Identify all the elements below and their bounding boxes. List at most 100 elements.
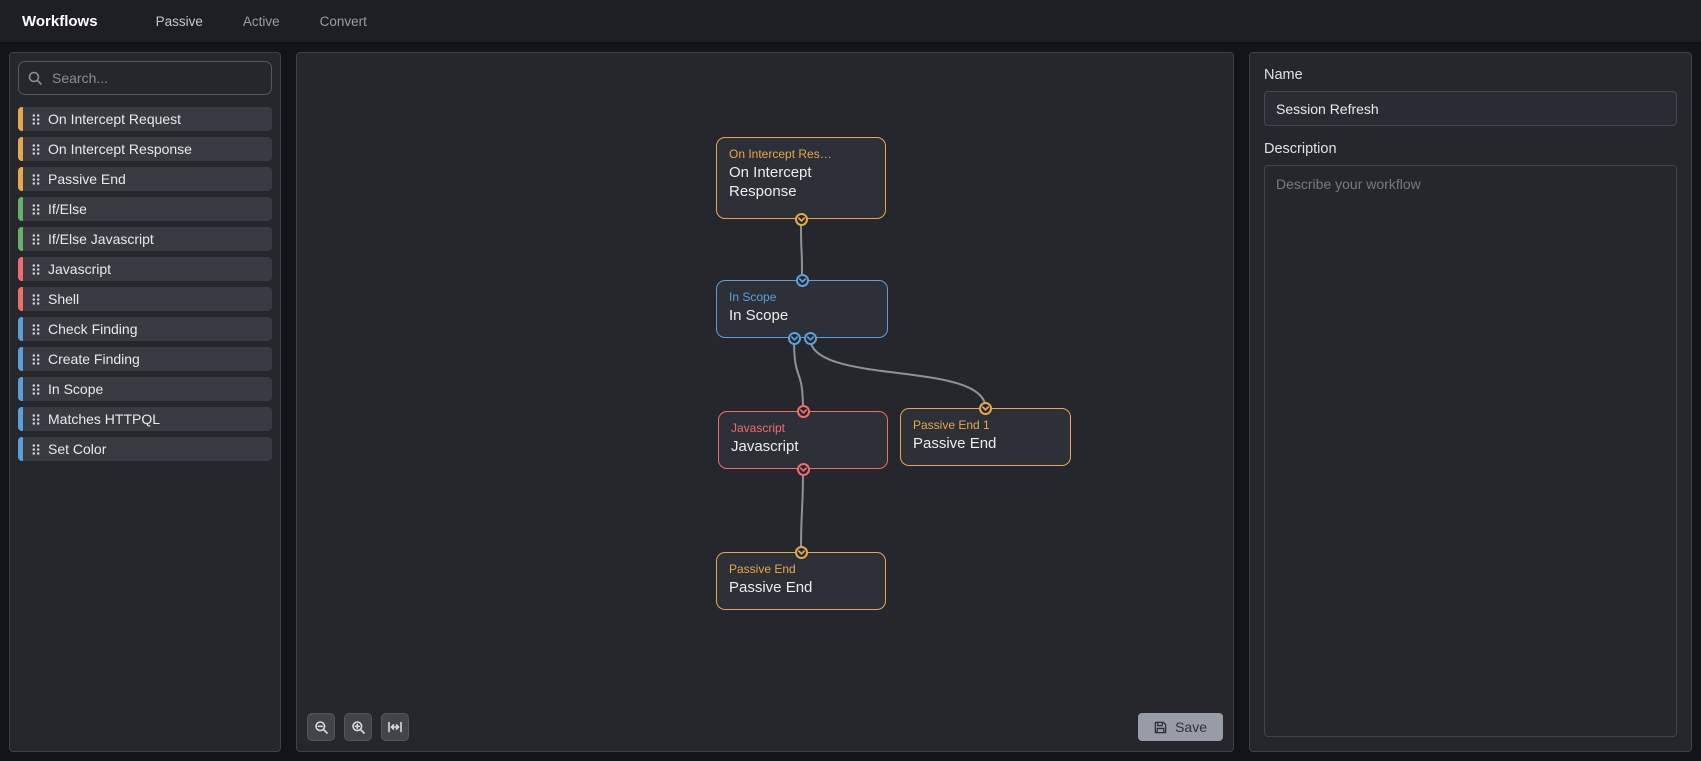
drag-handle-icon[interactable] xyxy=(31,293,41,306)
workflow-description-input[interactable] xyxy=(1264,165,1677,737)
drag-handle-icon[interactable] xyxy=(31,173,41,186)
palette-item-javascript[interactable]: Javascript xyxy=(18,257,272,281)
palette-item-shell[interactable]: Shell xyxy=(18,287,272,311)
output-port[interactable] xyxy=(796,462,810,476)
node-type-label: In Scope xyxy=(729,307,789,324)
palette-item-color-bar xyxy=(18,107,23,131)
palette-item-label: On Intercept Response xyxy=(48,141,192,157)
zoom-out-button[interactable] xyxy=(307,713,335,741)
workflow-edge xyxy=(793,337,804,412)
workflow-node-in-scope[interactable]: In Scope In Scope xyxy=(716,280,888,338)
node-type-label: Passive End xyxy=(913,435,997,452)
palette-item-in-scope[interactable]: In Scope xyxy=(18,377,272,401)
search-input[interactable] xyxy=(18,61,272,95)
node-type-label: Passive End xyxy=(729,579,813,596)
palette-item-matches-httpql[interactable]: Matches HTTPQL xyxy=(18,407,272,431)
palette-item-on-intercept-request[interactable]: On Intercept Request xyxy=(18,107,272,131)
drag-handle-icon[interactable] xyxy=(31,323,41,336)
palette-item-label: Passive End xyxy=(48,171,126,187)
workflow-node-passive-end-1[interactable]: Passive End 1 Passive End xyxy=(900,408,1071,466)
palette-item-create-finding[interactable]: Create Finding xyxy=(18,347,272,371)
palette-item-label: Shell xyxy=(48,291,80,307)
drag-handle-icon[interactable] xyxy=(31,413,41,426)
tab-passive[interactable]: Passive xyxy=(156,14,203,29)
palette-item-label: Check Finding xyxy=(48,321,138,337)
palette-item-label: If/Else Javascript xyxy=(48,231,154,247)
palette-item-color-bar xyxy=(18,437,23,461)
palette-item-set-color[interactable]: Set Color xyxy=(18,437,272,461)
drag-handle-icon[interactable] xyxy=(31,143,41,156)
workflow-node-on-intercept-response[interactable]: On Intercept Res… On Intercept Response xyxy=(716,137,886,219)
output-port[interactable] xyxy=(787,331,801,345)
name-label: Name xyxy=(1264,67,1303,83)
palette-item-color-bar xyxy=(18,257,23,281)
input-port[interactable] xyxy=(794,545,808,559)
palette-item-label: On Intercept Request xyxy=(48,111,182,127)
palette-item-on-intercept-response[interactable]: On Intercept Response xyxy=(18,137,272,161)
node-type-label: Javascript xyxy=(731,438,799,455)
drag-handle-icon[interactable] xyxy=(31,203,41,216)
palette-item-if-else-javascript[interactable]: If/Else Javascript xyxy=(18,227,272,251)
description-label: Description xyxy=(1264,141,1337,157)
save-button[interactable]: Save xyxy=(1138,713,1223,741)
tab-active[interactable]: Active xyxy=(243,14,280,29)
palette-item-color-bar xyxy=(18,137,23,161)
inspector-panel: Name Description xyxy=(1249,52,1692,752)
input-port[interactable] xyxy=(795,273,809,287)
node-type-label: On Intercept Response xyxy=(729,164,812,200)
sidebar: On Intercept Request On Intercept Respons… xyxy=(9,52,281,752)
palette-item-color-bar xyxy=(18,407,23,431)
canvas-viewport[interactable]: Save On Intercept Res… On Intercept Respo… xyxy=(296,52,1234,752)
workflow-name-input[interactable] xyxy=(1264,91,1677,126)
drag-handle-icon[interactable] xyxy=(31,113,41,126)
output-port[interactable] xyxy=(803,331,817,345)
fit-width-button[interactable] xyxy=(381,713,409,741)
workflow-edge xyxy=(800,218,803,281)
palette-item-color-bar xyxy=(18,167,23,191)
output-port[interactable] xyxy=(794,212,808,226)
palette-item-color-bar xyxy=(18,377,23,401)
input-port[interactable] xyxy=(979,401,992,415)
drag-handle-icon[interactable] xyxy=(31,233,41,246)
drag-handle-icon[interactable] xyxy=(31,353,41,366)
palette-item-label: Set Color xyxy=(48,441,107,457)
palette-item-color-bar xyxy=(18,347,23,371)
node-palette: On Intercept Request On Intercept Respons… xyxy=(18,107,272,461)
workflow-node-javascript[interactable]: Javascript Javascript xyxy=(718,411,888,469)
palette-item-label: Matches HTTPQL xyxy=(48,411,161,427)
page-title: Workflows xyxy=(22,12,98,30)
node-id-label: In Scope xyxy=(729,290,777,304)
search-box xyxy=(18,61,272,95)
main-content: On Intercept Request On Intercept Respons… xyxy=(0,43,1701,761)
input-port[interactable] xyxy=(796,404,810,418)
canvas-controls xyxy=(307,713,409,741)
drag-handle-icon[interactable] xyxy=(31,383,41,396)
palette-item-label: Javascript xyxy=(48,261,112,277)
node-id-label: Passive End xyxy=(729,562,796,576)
zoom-out-icon xyxy=(314,720,328,734)
workflow-node-passive-end[interactable]: Passive End Passive End xyxy=(716,552,886,610)
save-icon xyxy=(1154,721,1167,733)
drag-handle-icon[interactable] xyxy=(31,443,41,456)
drag-handle-icon[interactable] xyxy=(31,263,41,276)
palette-item-check-finding[interactable]: Check Finding xyxy=(18,317,272,341)
tab-convert[interactable]: Convert xyxy=(320,14,367,29)
save-label: Save xyxy=(1175,719,1207,735)
palette-item-label: If/Else xyxy=(48,201,87,217)
palette-item-label: Create Finding xyxy=(48,351,140,367)
zoom-in-button[interactable] xyxy=(344,713,372,741)
palette-item-color-bar xyxy=(18,227,23,251)
node-id-label: On Intercept Res… xyxy=(729,147,832,161)
palette-item-label: In Scope xyxy=(48,381,104,397)
node-id-label: Passive End 1 xyxy=(913,418,990,432)
palette-item-color-bar xyxy=(18,197,23,221)
palette-item-passive-end[interactable]: Passive End xyxy=(18,167,272,191)
palette-item-if-else[interactable]: If/Else xyxy=(18,197,272,221)
workflow-edge xyxy=(809,337,987,409)
node-id-label: Javascript xyxy=(731,421,786,435)
workflow-edge xyxy=(800,468,804,553)
palette-item-color-bar xyxy=(18,317,23,341)
palette-item-color-bar xyxy=(18,287,23,311)
topbar-tabs: Passive Active Convert xyxy=(156,14,367,29)
fit-width-icon xyxy=(388,721,402,733)
